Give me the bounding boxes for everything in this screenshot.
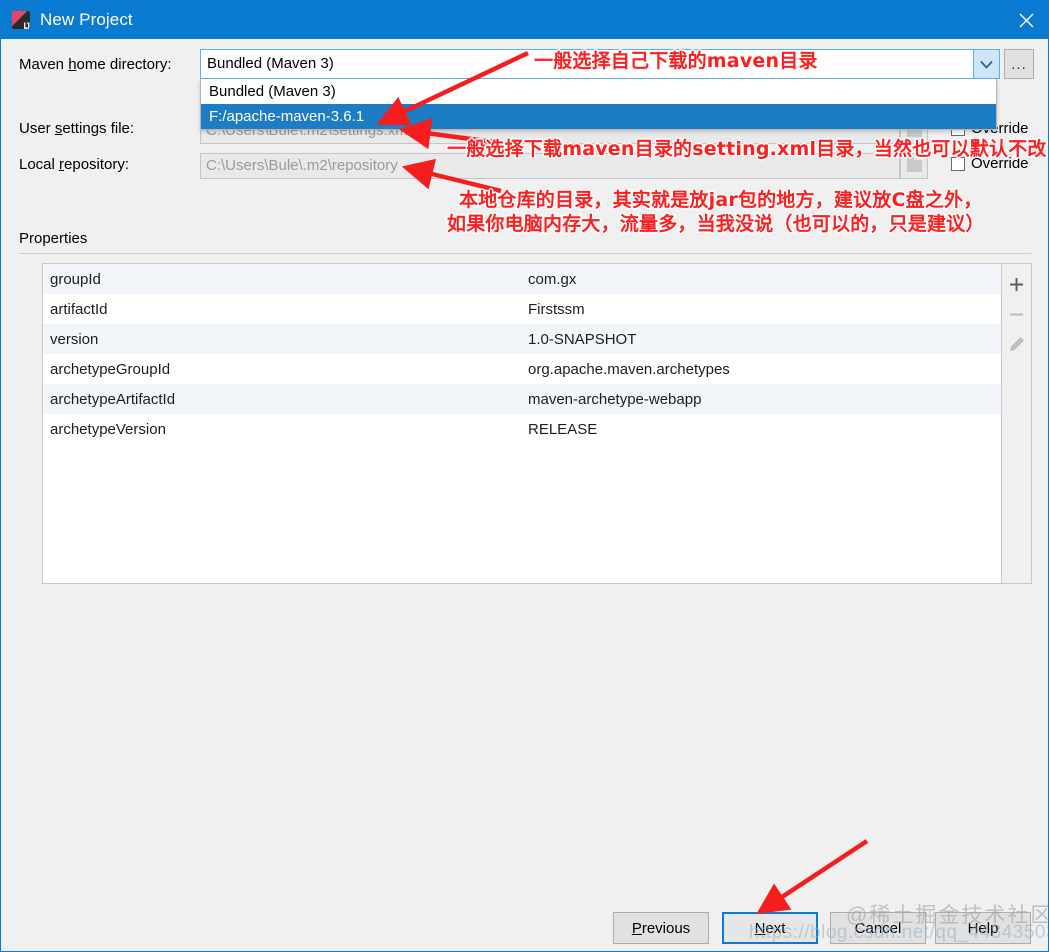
intellij-idea-icon (12, 11, 30, 29)
property-value: 1.0-SNAPSHOT (528, 330, 637, 348)
maven-home-dropdown-list[interactable]: Bundled (Maven 3) F:/apache-maven-3.6.1 (200, 79, 997, 130)
dropdown-item-bundled[interactable]: Bundled (Maven 3) (201, 79, 996, 104)
user-settings-label: User settings file: (19, 120, 135, 137)
annotation-local-repo-line1: 本地仓库的目录，其实就是放jar包的地方，建议放C盘之外， (459, 189, 983, 211)
chevron-down-icon[interactable] (974, 49, 1000, 79)
property-key: archetypeGroupId (50, 360, 171, 378)
property-value: RELEASE (528, 420, 598, 438)
table-row[interactable]: archetypeVersion RELEASE (43, 414, 1001, 444)
annotation-local-repo-line2: 如果你电脑内存大，流量多，当我没说（也可以的，只是建议） (447, 213, 985, 235)
property-key: archetypeVersion (50, 420, 166, 438)
window-title: New Project (40, 10, 133, 29)
annotation-settings-file: 一般选择下载maven目录的setting.xml目录，当然也可以默认不改 (447, 138, 1047, 160)
table-row[interactable]: archetypeArtifactId maven-archetype-weba… (43, 384, 1001, 414)
property-key: archetypeArtifactId (50, 390, 176, 408)
table-row[interactable]: version 1.0-SNAPSHOT (43, 324, 1001, 354)
table-row[interactable]: archetypeGroupId org.apache.maven.archet… (43, 354, 1001, 384)
property-key: artifactId (50, 300, 108, 318)
property-key: groupId (50, 270, 101, 288)
new-project-dialog: New Project Maven home directory: Bundle… (0, 0, 1049, 952)
property-value: Firstssm (528, 300, 585, 318)
title-bar: New Project (1, 1, 1048, 39)
property-value: maven-archetype-webapp (528, 390, 702, 408)
dropdown-item-apache-maven[interactable]: F:/apache-maven-3.6.1 (201, 104, 996, 129)
remove-property-button[interactable] (1004, 299, 1030, 329)
cancel-button[interactable]: Cancel (830, 912, 926, 944)
property-value: org.apache.maven.archetypes (528, 360, 730, 378)
previous-button[interactable]: Previous (613, 912, 709, 944)
add-property-button[interactable] (1004, 269, 1030, 299)
properties-group-label: Properties (19, 230, 94, 247)
next-button[interactable]: Next (722, 912, 818, 944)
edit-property-button[interactable] (1004, 329, 1030, 359)
properties-table[interactable]: groupId com.gx artifactId Firstssm versi… (42, 263, 1002, 584)
properties-toolbar (1002, 263, 1032, 584)
table-row[interactable]: groupId com.gx (43, 264, 1001, 294)
help-button[interactable]: Help (935, 912, 1031, 944)
annotation-maven-home: 一般选择自己下载的maven目录 (534, 50, 818, 72)
maven-home-browse-button[interactable]: ... (1004, 49, 1034, 79)
close-icon[interactable] (1002, 1, 1048, 39)
maven-home-label: Maven home directory: (19, 56, 172, 73)
property-key: version (50, 330, 99, 348)
dialog-body: Maven home directory: Bundled (Maven 3) … (1, 39, 1048, 951)
table-row[interactable]: artifactId Firstssm (43, 294, 1001, 324)
property-value: com.gx (528, 270, 577, 288)
local-repository-label: Local repository: (19, 156, 130, 173)
properties-group-divider (19, 253, 1031, 254)
